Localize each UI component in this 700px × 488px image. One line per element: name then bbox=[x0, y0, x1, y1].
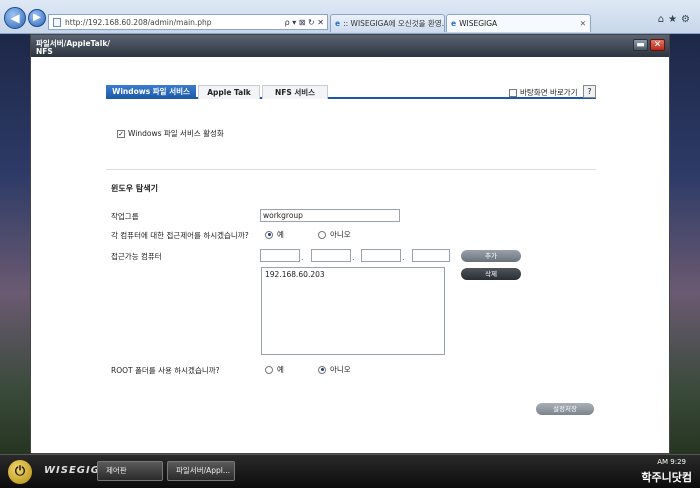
browser-tab-label: :: WISEGIGA에 오신것을 환영... bbox=[343, 19, 445, 28]
radio-yes[interactable] bbox=[265, 365, 273, 374]
address-bar[interactable]: http://192.168.60.208/admin/main.php ρ ▾… bbox=[48, 14, 328, 30]
radio-no-label: 아니오 bbox=[330, 230, 351, 239]
ie-icon: e bbox=[335, 19, 341, 28]
ip-octet-2[interactable] bbox=[311, 249, 351, 262]
page-icon bbox=[53, 17, 61, 27]
radio-yes[interactable] bbox=[265, 230, 273, 239]
desktop-wallpaper-left bbox=[0, 34, 30, 454]
enable-windows-service[interactable]: ✓ Windows 파일 서비스 활성화 bbox=[117, 128, 224, 139]
ie-icon: e bbox=[451, 19, 457, 28]
help-button[interactable]: ? bbox=[583, 85, 596, 98]
browser-tab-label: WISEGIGA bbox=[459, 19, 498, 28]
radio-no-label: 아니오 bbox=[330, 365, 351, 374]
section-title: 윈도우 탐색기 bbox=[111, 184, 158, 193]
ip-octet-1[interactable] bbox=[260, 249, 300, 262]
add-button[interactable]: 추가 bbox=[461, 250, 521, 262]
list-item[interactable]: 192.168.60.203 bbox=[265, 270, 441, 279]
tab-windows-file-service[interactable]: Windows 파일 서비스 bbox=[106, 85, 196, 99]
allowed-computers-list[interactable]: 192.168.60.203 bbox=[261, 267, 445, 355]
delete-button[interactable]: 삭제 bbox=[461, 268, 521, 280]
radio-yes-label: 예 bbox=[277, 230, 284, 239]
url-text[interactable]: http://192.168.60.208/admin/main.php bbox=[65, 18, 285, 27]
radio-yes-label: 예 bbox=[277, 365, 284, 374]
favorites-icon[interactable]: ★ bbox=[668, 14, 681, 25]
close-button[interactable]: ✕ bbox=[650, 39, 665, 51]
access-control-label: 각 컴퓨터에 대한 접근제어를 하시겠습니까? bbox=[111, 231, 249, 240]
taskbar-control-panel[interactable]: 제어판 bbox=[97, 461, 163, 481]
workgroup-input[interactable]: workgroup bbox=[260, 209, 400, 222]
desktop-wallpaper-right bbox=[670, 34, 700, 454]
radio-no[interactable] bbox=[318, 230, 326, 239]
browser-tab-wisegiga[interactable]: e WISEGIGA ✕ bbox=[446, 14, 591, 32]
workgroup-label: 작업그룹 bbox=[111, 212, 139, 221]
close-tab-icon[interactable]: ✕ bbox=[580, 19, 586, 28]
shortcut-label: 바탕화면 바로가기 bbox=[520, 88, 578, 97]
power-icon[interactable]: ⏻ bbox=[8, 460, 32, 484]
clock: AM 9:29 bbox=[657, 458, 686, 466]
enable-label: Windows 파일 서비스 활성화 bbox=[128, 129, 224, 138]
ip-octet-3[interactable] bbox=[361, 249, 401, 262]
tab-nfs-service[interactable]: NFS 서비스 bbox=[262, 85, 328, 99]
app-window: 파일서버/AppleTalk/ NFS ▬ ✕ Windows 파일 서비스 A… bbox=[30, 34, 670, 454]
ip-dot: . bbox=[301, 253, 304, 262]
window-titlebar[interactable]: 파일서버/AppleTalk/ NFS ▬ ✕ bbox=[31, 35, 669, 57]
enable-checkbox[interactable]: ✓ bbox=[117, 129, 125, 138]
ip-octet-4[interactable] bbox=[412, 249, 450, 262]
desktop-shortcut-option[interactable]: 바탕화면 바로가기 bbox=[509, 87, 578, 98]
tab-apple-talk[interactable]: Apple Talk bbox=[198, 85, 260, 99]
root-folder-label: ROOT 폴더를 사용 하시겠습니까? bbox=[111, 366, 220, 375]
browser-toolbar-icons[interactable]: ⌂★⚙ bbox=[658, 14, 694, 25]
tools-gear-icon[interactable]: ⚙ bbox=[681, 14, 694, 25]
taskbar: ⏻ WISEGIGA 제어판 파일서버/Appl... AM 9:29 학주니닷… bbox=[0, 454, 700, 488]
access-control-no[interactable]: 아니오 bbox=[318, 229, 351, 240]
allowed-computers-label: 접근가능 컴퓨터 bbox=[111, 252, 162, 261]
root-folder-yes[interactable]: 예 bbox=[265, 364, 284, 375]
browser-tab-welcome[interactable]: e :: WISEGIGA에 오신것을 환영... bbox=[330, 14, 445, 32]
access-control-yes[interactable]: 예 bbox=[265, 229, 284, 240]
address-controls-icon[interactable]: ρ ▾ ⊠ ↻ ✕ bbox=[285, 18, 324, 27]
window-title-line2: NFS bbox=[36, 47, 53, 56]
settings-panel: Windows 파일 서비스 Apple Talk NFS 서비스 바탕화면 바… bbox=[31, 57, 669, 453]
root-folder-no[interactable]: 아니오 bbox=[318, 364, 351, 375]
ip-dot: . bbox=[402, 253, 405, 262]
ip-dot: . bbox=[352, 253, 355, 262]
shortcut-checkbox[interactable] bbox=[509, 88, 517, 97]
save-settings-button[interactable]: 설정저장 bbox=[536, 403, 594, 415]
watermark-text: 학주니닷컴 bbox=[641, 471, 692, 484]
divider bbox=[106, 169, 596, 170]
taskbar-file-server[interactable]: 파일서버/Appl... bbox=[167, 461, 235, 481]
radio-no[interactable] bbox=[318, 365, 326, 374]
back-icon[interactable]: ◀ bbox=[4, 7, 26, 29]
browser-chrome: ◀ ▶ http://192.168.60.208/admin/main.php… bbox=[0, 0, 700, 34]
home-icon[interactable]: ⌂ bbox=[658, 14, 668, 25]
forward-icon[interactable]: ▶ bbox=[28, 9, 46, 27]
minimize-button[interactable]: ▬ bbox=[633, 39, 648, 51]
